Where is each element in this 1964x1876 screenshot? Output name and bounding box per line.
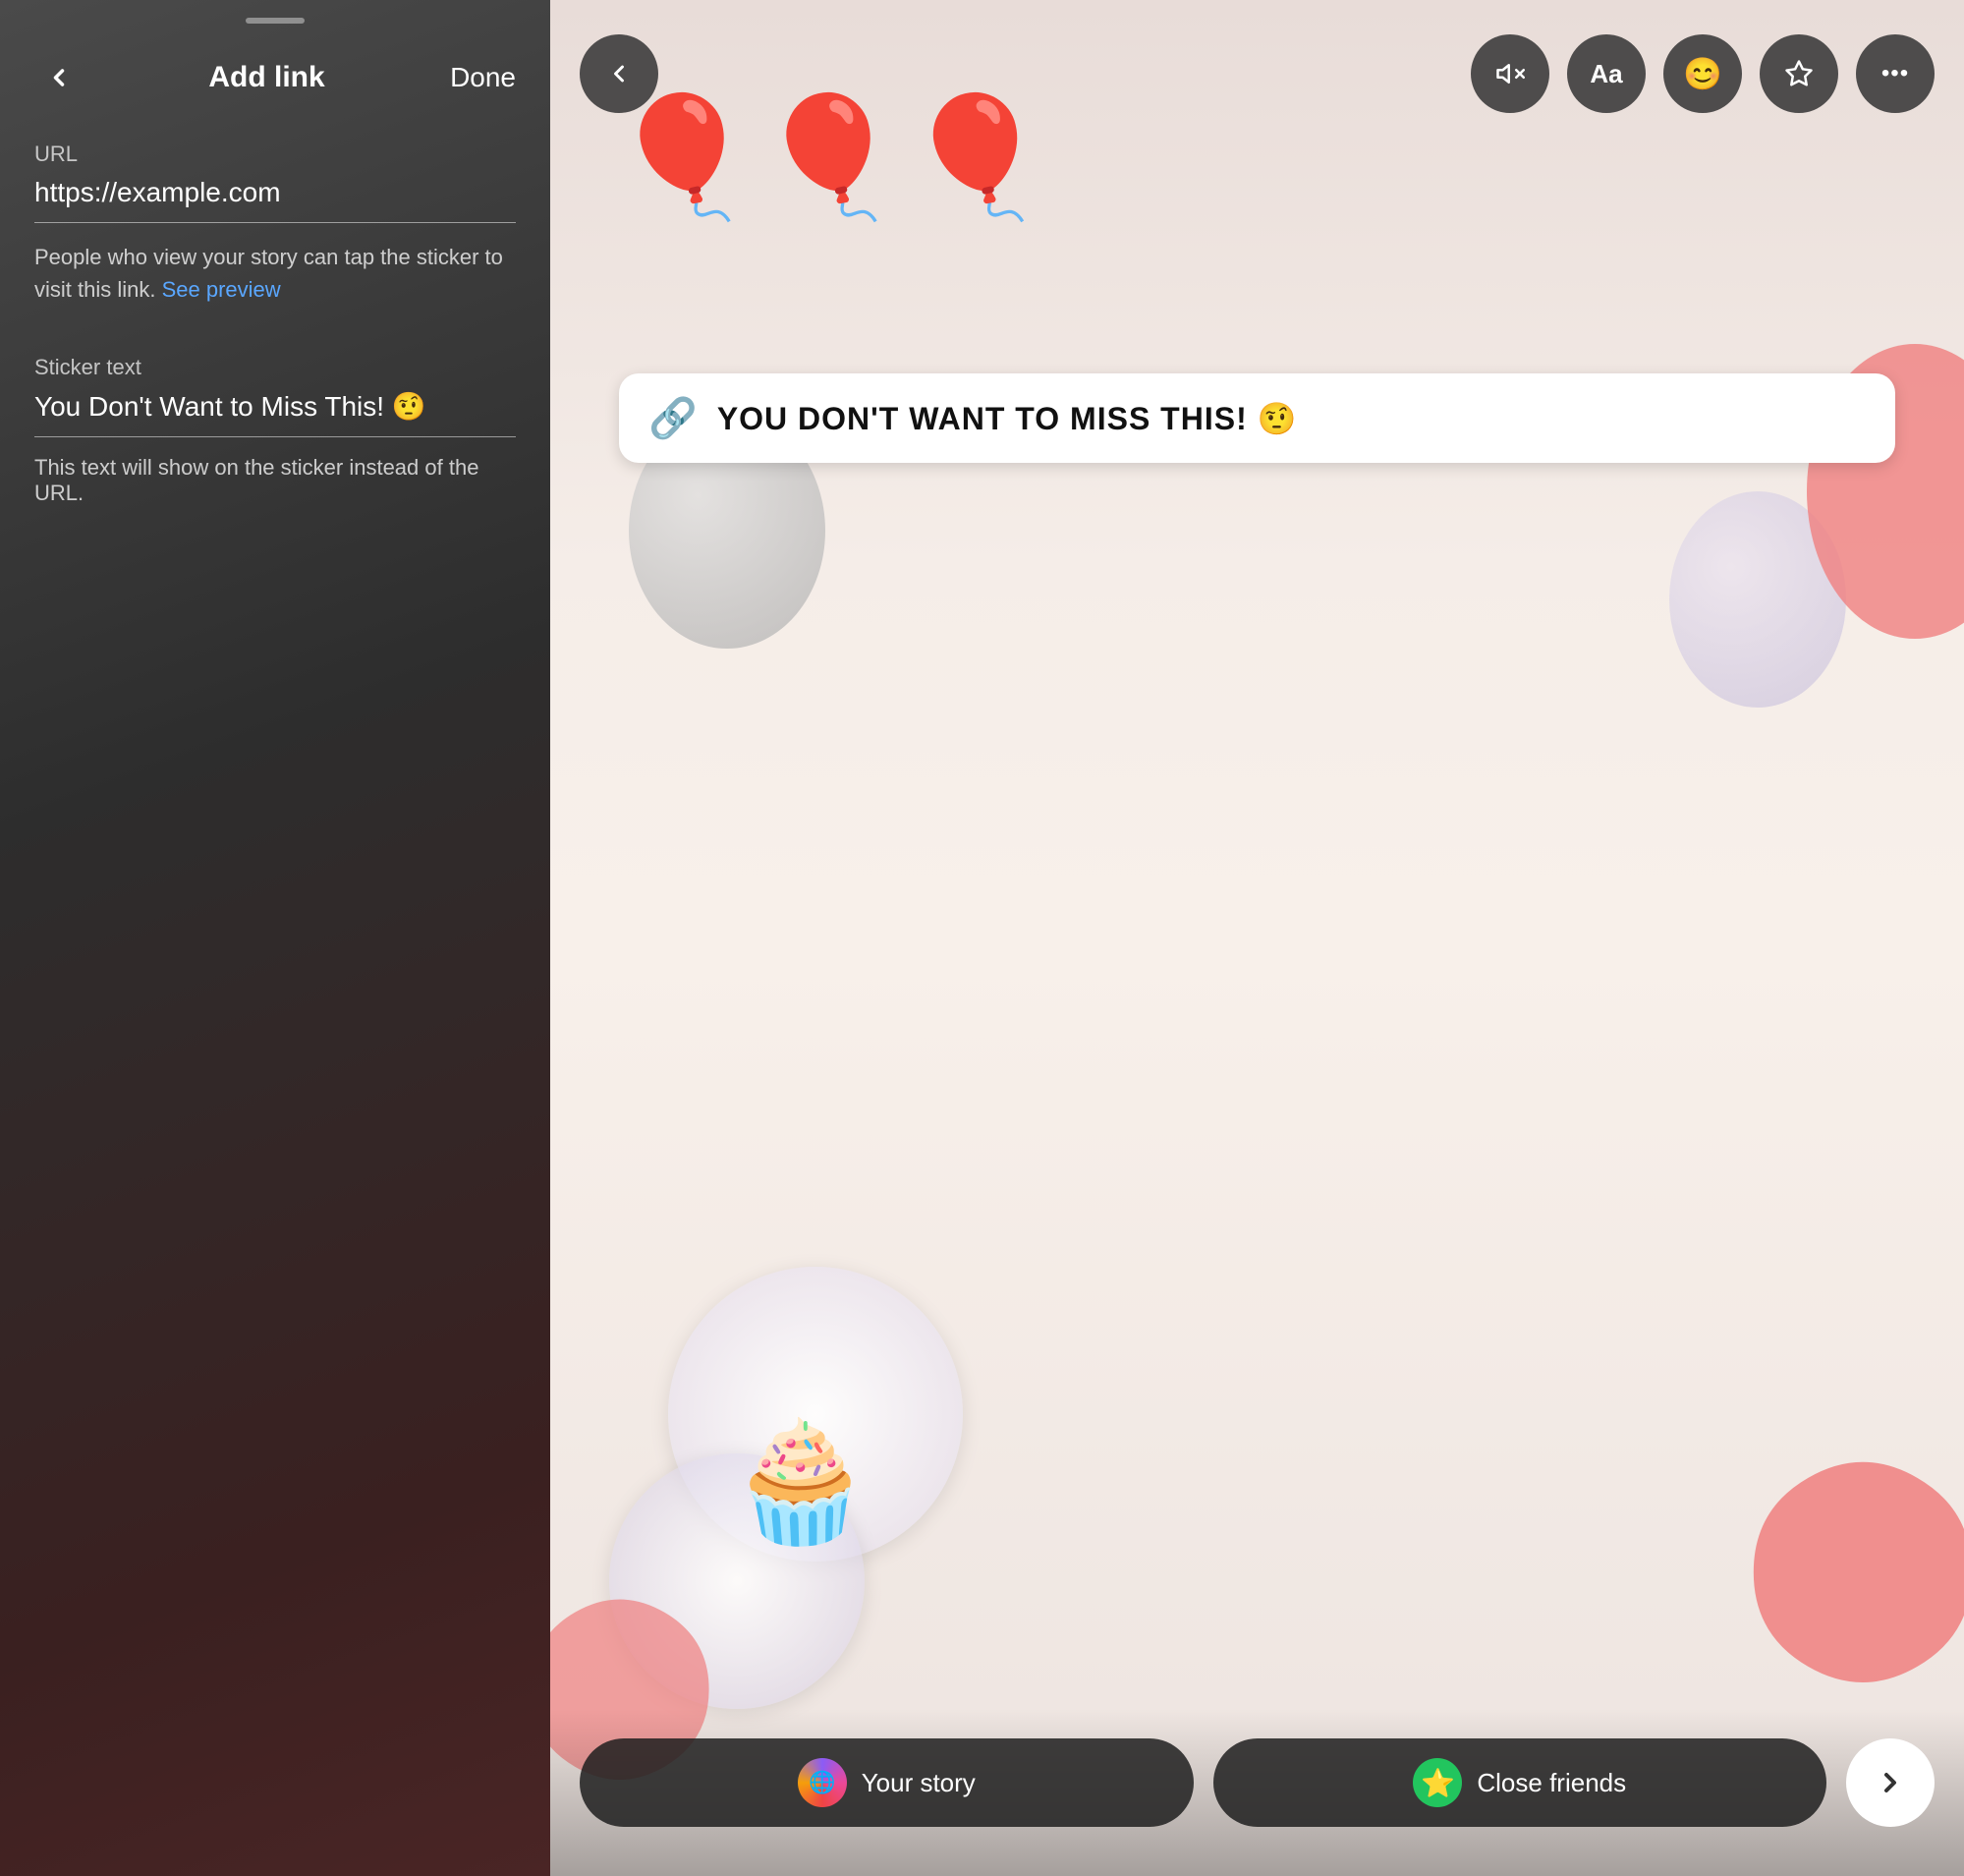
sticker-text-label: Sticker text xyxy=(34,355,516,380)
text-button[interactable]: Aa xyxy=(1567,34,1646,113)
next-button[interactable] xyxy=(1846,1738,1935,1827)
mute-button[interactable] xyxy=(1471,34,1549,113)
your-story-label: Your story xyxy=(862,1768,976,1798)
url-section: URL https://example.com People who view … xyxy=(0,122,550,506)
left-panel: Add link Done URL https://example.com Pe… xyxy=(0,0,550,1876)
url-description: People who view your story can tap the s… xyxy=(34,241,516,306)
see-preview-link[interactable]: See preview xyxy=(162,277,281,302)
right-panel: Aa 😊 ••• 🎈🎈🎈 🔗 YOU DON'T WANT TO MISS TH… xyxy=(550,0,1964,1876)
left-header: Add link Done xyxy=(0,24,550,122)
story-toolbar: Aa 😊 ••• xyxy=(550,0,1964,133)
more-button[interactable]: ••• xyxy=(1856,34,1935,113)
sticker-text-value[interactable]: You Don't Want to Miss This! 🤨 xyxy=(34,390,516,437)
close-friends-label: Close friends xyxy=(1477,1768,1626,1798)
sticker-description: This text will show on the sticker inste… xyxy=(34,455,516,506)
cupcake-sticker: 🧁 xyxy=(727,1414,873,1552)
your-story-option[interactable]: 🌐 Your story xyxy=(580,1738,1194,1827)
url-value[interactable]: https://example.com xyxy=(34,177,516,223)
back-button[interactable] xyxy=(34,53,84,102)
pink-balloon-bottom-right: ⬤ xyxy=(1742,1428,1964,1679)
panel-title: Add link xyxy=(208,61,324,94)
back-story-button[interactable] xyxy=(580,34,658,113)
link-sticker-text: YOU DON'T WANT TO MISS THIS! 🤨 xyxy=(717,400,1298,437)
effects-button[interactable] xyxy=(1760,34,1838,113)
link-sticker-icon: 🔗 xyxy=(648,395,698,441)
done-button[interactable]: Done xyxy=(450,62,516,93)
story-bottom-bar: 🌐 Your story ⭐ Close friends xyxy=(550,1709,1964,1876)
close-friends-icon: ⭐ xyxy=(1413,1758,1462,1807)
sticker-button[interactable]: 😊 xyxy=(1663,34,1742,113)
link-sticker[interactable]: 🔗 YOU DON'T WANT TO MISS THIS! 🤨 xyxy=(619,373,1895,463)
url-label: URL xyxy=(34,142,516,167)
your-story-icon: 🌐 xyxy=(798,1758,847,1807)
close-friends-option[interactable]: ⭐ Close friends xyxy=(1213,1738,1827,1827)
